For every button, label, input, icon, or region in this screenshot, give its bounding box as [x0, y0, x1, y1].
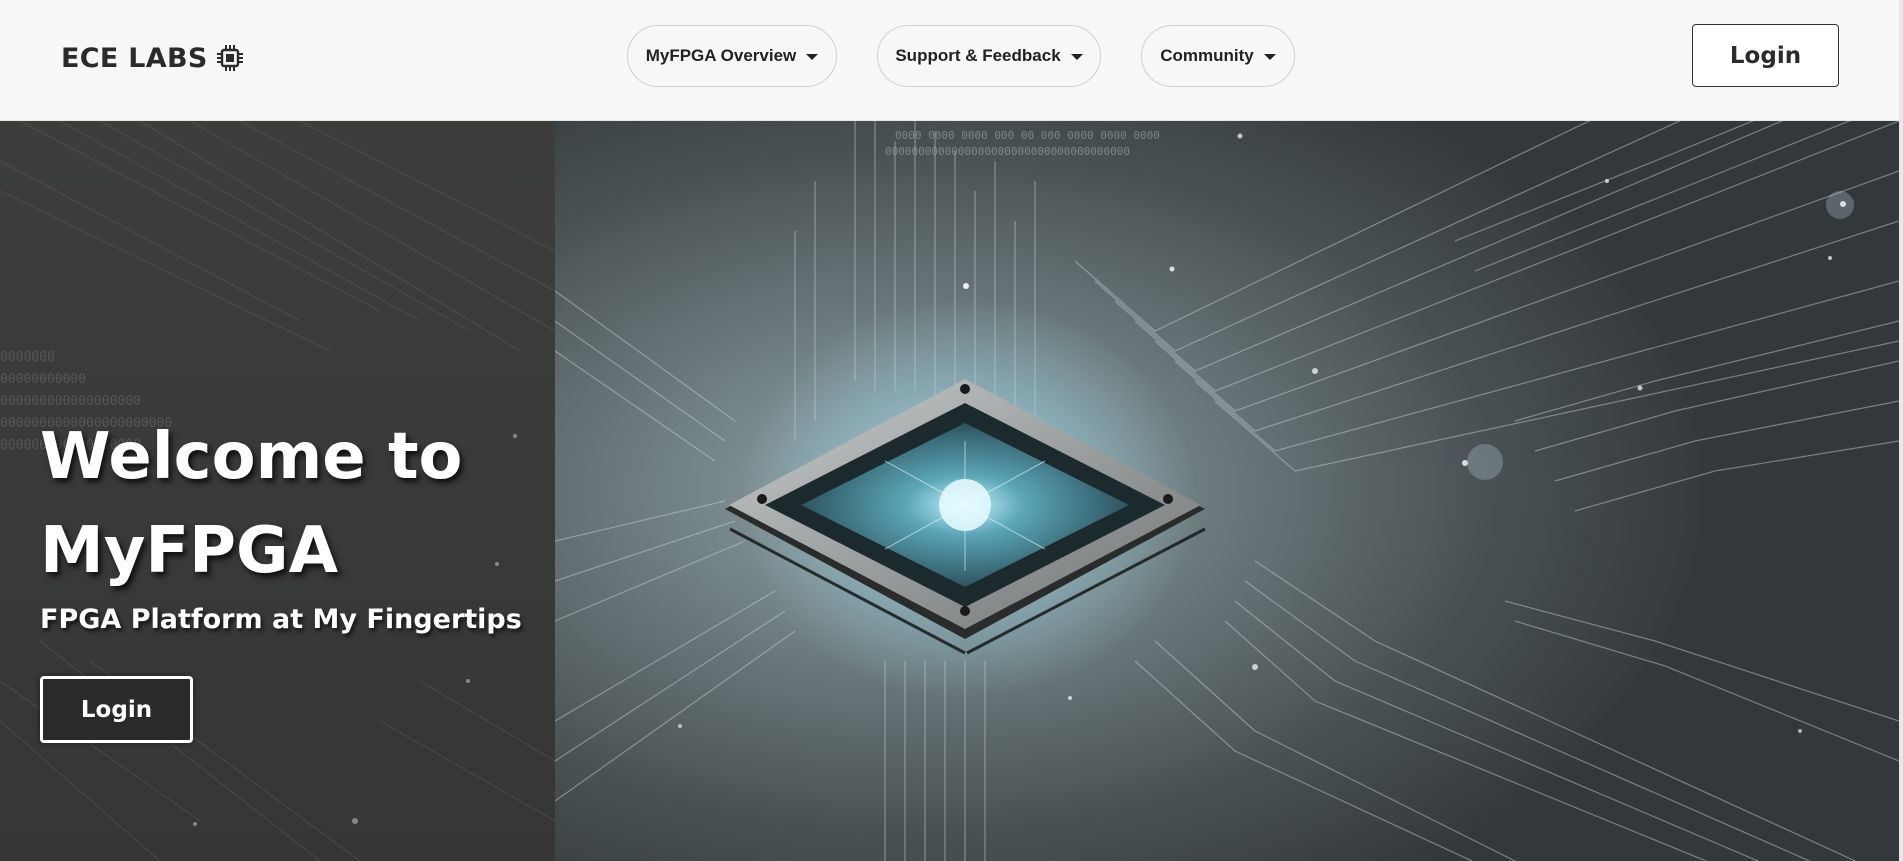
hero-title: Welcome to MyFPGA [40, 410, 540, 598]
svg-text:000000000000000000: 000000000000000000 [0, 394, 141, 409]
navbar-login-button[interactable]: Login [1692, 24, 1839, 87]
nav-item-label: Community [1160, 46, 1254, 65]
top-navbar: ECE LABS MyFPGA Overview Support & Feedb… [0, 0, 1899, 121]
svg-text:000000000000000000000000000000: 0000000000000000000000000000000000000 [885, 145, 1130, 158]
nav-item-label: MyFPGA Overview [645, 46, 797, 65]
nav-dropdown-support-feedback[interactable]: Support & Feedback [877, 25, 1101, 87]
hero-title-line2: MyFPGA [40, 514, 339, 588]
brand-logo-link[interactable]: ECE LABS [61, 40, 244, 76]
svg-text:0000 0000 0000 000 00 000 0000: 0000 0000 0000 000 00 000 0000 0000 0000 [895, 129, 1160, 142]
hero-banner: 0000000 00000000000 000000000000000000 0… [0, 121, 1899, 861]
chip-icon [216, 44, 244, 72]
svg-text:0000000: 0000000 [0, 350, 55, 365]
caret-down-icon [806, 54, 819, 60]
page-scrollbar-track[interactable] [1899, 0, 1903, 861]
hero-title-line1: Welcome to [40, 420, 463, 494]
hero-subtitle: FPGA Platform at My Fingertips [40, 604, 522, 635]
caret-down-icon [1263, 54, 1276, 60]
caret-down-icon [1070, 54, 1083, 60]
circuit-board-art: 0000 0000 0000 000 00 000 0000 0000 0000… [555, 121, 1899, 861]
hero-login-button[interactable]: Login [40, 676, 193, 743]
brand-name: ECE LABS [61, 42, 208, 74]
svg-text:00000000000: 00000000000 [0, 372, 86, 387]
nav-dropdown-myfpga-overview[interactable]: MyFPGA Overview [627, 25, 837, 87]
fpga-chip-illustration: 0000 0000 0000 000 00 000 0000 0000 0000… [555, 121, 1899, 861]
nav-item-label: Support & Feedback [895, 46, 1061, 65]
nav-dropdown-community[interactable]: Community [1141, 25, 1295, 87]
